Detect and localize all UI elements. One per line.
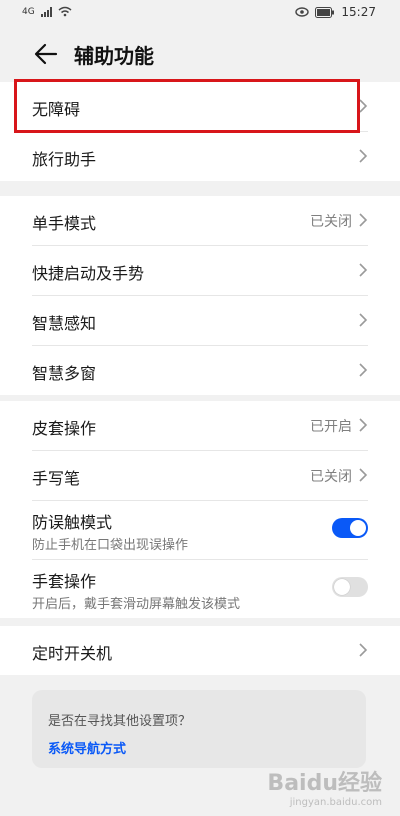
chevron-right-icon — [359, 149, 368, 163]
highlight-box — [14, 79, 360, 133]
one-hand-mode-item[interactable]: 单手模式 已关闭 — [32, 196, 368, 246]
cover-operation-status: 已开启 — [310, 419, 352, 435]
glove-mode-toggle[interactable] — [332, 577, 368, 597]
cover-operation-item[interactable]: 皮套操作 已开启 — [32, 401, 368, 451]
shortcuts-gestures-label: 快捷启动及手势 — [32, 264, 145, 283]
suggestion-question: 是否在寻找其他设置项？ — [48, 714, 192, 729]
chevron-right-icon — [359, 213, 368, 227]
system-navigation-link[interactable]: 系统导航方式 — [48, 738, 126, 757]
cover-operation-label: 皮套操作 — [32, 419, 97, 438]
toggle-knob — [334, 579, 350, 595]
smart-sensing-label: 智慧感知 — [32, 314, 97, 333]
settings-group-2: 单手模式 已关闭 快捷启动及手势 智慧感知 智慧多窗 — [0, 196, 400, 395]
chevron-right-icon — [359, 263, 368, 277]
back-arrow-icon[interactable] — [32, 40, 60, 68]
accidental-touch-item: 防误触模式 防止手机在口袋出现误操作 — [32, 501, 368, 560]
chevron-right-icon — [359, 363, 368, 377]
settings-group-3: 皮套操作 已开启 手写笔 已关闭 防误触模式 防止手机在口袋出现误操作 手套操作… — [0, 401, 400, 618]
glove-mode-description: 开启后，戴手套滑动屏幕触发该模式 — [32, 597, 241, 612]
watermark-url: jingyan.baidu.com — [289, 797, 382, 808]
shortcuts-gestures-item[interactable]: 快捷启动及手势 — [32, 246, 368, 296]
eye-icon — [295, 7, 310, 17]
settings-group-4: 定时开关机 — [0, 626, 400, 675]
scheduled-power-label: 定时开关机 — [32, 644, 113, 663]
smart-multiwindow-item[interactable]: 智慧多窗 — [32, 346, 368, 395]
smart-sensing-item[interactable]: 智慧感知 — [32, 296, 368, 346]
glove-mode-label: 手套操作 — [32, 572, 97, 591]
page-header: 辅助功能 — [0, 26, 400, 82]
chevron-right-icon — [359, 313, 368, 327]
suggestion-card: 是否在寻找其他设置项？ 系统导航方式 — [32, 690, 366, 768]
travel-assistant-item[interactable]: 旅行助手 — [32, 132, 368, 181]
one-hand-mode-label: 单手模式 — [32, 214, 97, 233]
chevron-right-icon — [359, 643, 368, 657]
smart-multiwindow-label: 智慧多窗 — [32, 364, 97, 383]
stylus-label: 手写笔 — [32, 469, 81, 488]
battery-icon — [315, 6, 335, 18]
stylus-status: 已关闭 — [310, 469, 352, 485]
watermark-brand: Baidu经验 — [267, 771, 382, 796]
status-bar: 4G 15:27 — [0, 0, 400, 26]
travel-assistant-label: 旅行助手 — [32, 150, 97, 169]
wifi-icon — [58, 6, 72, 17]
signal-icon — [40, 6, 52, 17]
accidental-touch-toggle[interactable] — [332, 518, 368, 538]
scheduled-power-item[interactable]: 定时开关机 — [32, 626, 368, 675]
page-title: 辅助功能 — [74, 44, 154, 68]
chevron-right-icon — [359, 468, 368, 482]
accidental-touch-label: 防误触模式 — [32, 513, 113, 532]
watermark-logo: Baidu经验 jingyan.baidu.com — [267, 765, 382, 808]
glove-mode-item: 手套操作 开启后，戴手套滑动屏幕触发该模式 — [32, 560, 368, 618]
network-type: 4G — [22, 6, 35, 17]
clock: 15:27 — [341, 5, 376, 19]
accidental-touch-description: 防止手机在口袋出现误操作 — [32, 538, 189, 553]
chevron-right-icon — [359, 418, 368, 432]
toggle-knob — [350, 520, 366, 536]
stylus-item[interactable]: 手写笔 已关闭 — [32, 451, 368, 501]
one-hand-mode-status: 已关闭 — [310, 214, 352, 230]
